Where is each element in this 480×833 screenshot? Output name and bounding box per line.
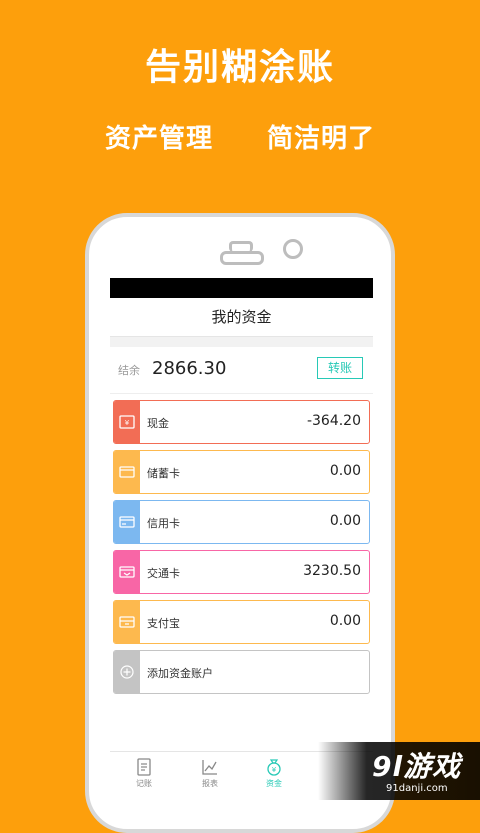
- account-amount: 3230.50: [303, 563, 361, 579]
- svg-text:¥: ¥: [125, 419, 130, 427]
- watermark-url: 91danji.com: [386, 783, 448, 794]
- balance-row: 结余 2866.30 转账: [110, 347, 373, 394]
- tagline-left: 资产管理: [104, 124, 213, 154]
- account-list: ¥ 现金 -364.20 储蓄卡 0.00 信用卡 0.00 交通卡 3230.…: [110, 400, 373, 694]
- account-name: 信用卡: [147, 517, 180, 530]
- plus-icon: [114, 651, 140, 693]
- account-item-savings-card[interactable]: 储蓄卡 0.00: [113, 450, 370, 494]
- account-item-credit-card[interactable]: 信用卡 0.00: [113, 500, 370, 544]
- wallet-icon: [114, 601, 140, 643]
- phone-camera: [283, 239, 303, 259]
- account-amount: 0.00: [329, 613, 361, 629]
- promo-tagline: 资产管理 简洁明了: [0, 118, 480, 155]
- tab-reports[interactable]: 报表: [190, 758, 230, 789]
- svg-text:¥: ¥: [272, 766, 277, 774]
- account-amount: -364.20: [306, 413, 361, 429]
- cash-icon: ¥: [114, 401, 140, 443]
- account-name: 储蓄卡: [147, 467, 180, 480]
- status-bar: [110, 278, 373, 298]
- card-icon: [114, 501, 140, 543]
- note-icon: [137, 758, 151, 776]
- account-amount: 0.00: [329, 513, 361, 529]
- account-name: 支付宝: [147, 617, 180, 630]
- watermark-logo: 9l游戏: [372, 750, 462, 783]
- account-item-cash[interactable]: ¥ 现金 -364.20: [113, 400, 370, 444]
- card-icon: [114, 451, 140, 493]
- add-account-button[interactable]: 添加资金账户: [113, 650, 370, 694]
- app-screen: 我的资金 结余 2866.30 转账 ¥ 现金 -364.20 储蓄卡 0.00…: [110, 278, 373, 800]
- promo-headline: 告别糊涂账: [144, 47, 335, 88]
- transfer-button[interactable]: 转账: [317, 357, 363, 379]
- account-name: 交通卡: [147, 567, 180, 580]
- section-gap: [110, 337, 373, 347]
- tagline-right: 简洁明了: [267, 124, 376, 154]
- balance-label: 结余: [118, 364, 140, 377]
- account-item-alipay[interactable]: 支付宝 0.00: [113, 600, 370, 644]
- phone-speaker: [220, 251, 264, 265]
- chart-icon: [202, 760, 217, 775]
- tab-label: 记账: [136, 779, 152, 788]
- tab-label: 资金: [266, 779, 282, 788]
- tab-label: 报表: [202, 779, 218, 788]
- balance-value: 2866.30: [152, 358, 227, 379]
- transit-card-icon: [114, 551, 140, 593]
- money-bag-icon: ¥: [267, 759, 281, 776]
- page-title: 我的资金: [110, 298, 373, 337]
- account-item-transit-card[interactable]: 交通卡 3230.50: [113, 550, 370, 594]
- account-amount: 0.00: [329, 463, 361, 479]
- tab-bookkeeping[interactable]: 记账: [124, 758, 164, 789]
- add-account-label: 添加资金账户: [147, 667, 213, 680]
- tab-funds[interactable]: ¥ 资金: [254, 758, 294, 789]
- account-name: 现金: [147, 417, 169, 430]
